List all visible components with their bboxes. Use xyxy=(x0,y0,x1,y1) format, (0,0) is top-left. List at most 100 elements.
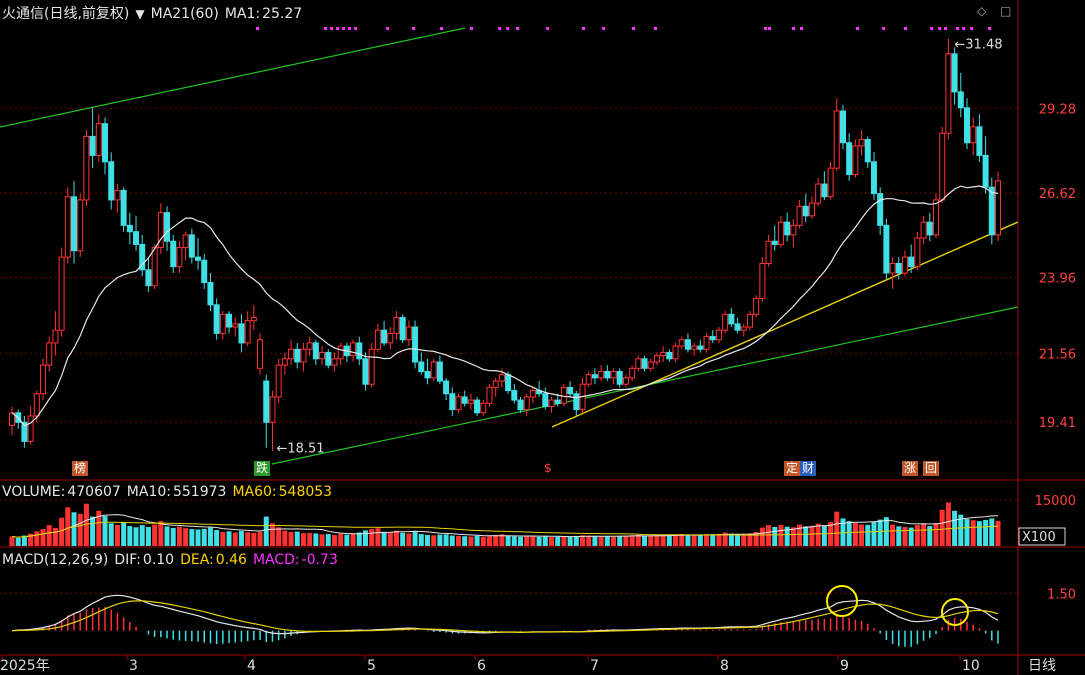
signal-dot xyxy=(506,27,509,30)
volume-bar xyxy=(871,522,877,546)
volume-bar xyxy=(598,536,604,546)
volume-bar xyxy=(145,526,151,546)
ma1-label: MA1: xyxy=(224,6,261,22)
signal-dot xyxy=(516,27,519,30)
candle-body xyxy=(436,361,443,382)
candle-body xyxy=(170,240,177,268)
volume-bar xyxy=(486,536,492,546)
signal-dot xyxy=(412,27,415,30)
volume-bar xyxy=(65,507,71,546)
candle-body xyxy=(672,345,679,360)
candle-body xyxy=(46,342,53,366)
candle-body xyxy=(467,399,474,404)
candle-body xyxy=(133,231,140,245)
candle-body xyxy=(833,110,840,169)
signal-dot xyxy=(354,27,357,30)
candle-body xyxy=(821,183,828,198)
volume-value: 470607 xyxy=(67,484,121,500)
volume-bar xyxy=(437,534,443,546)
event-tag[interactable]: 榜 xyxy=(72,461,89,476)
x-tick-label: 8 xyxy=(720,658,729,674)
dropdown-icon[interactable]: ▼ xyxy=(135,7,144,21)
volume-bar xyxy=(691,534,697,546)
volume-bar xyxy=(728,533,734,546)
volume-bar xyxy=(877,519,883,546)
volume-bar xyxy=(970,520,976,546)
candle-body xyxy=(120,189,127,226)
candle-body xyxy=(939,132,946,201)
signal-dot xyxy=(256,27,259,30)
volume-bar xyxy=(319,534,325,546)
event-tag[interactable]: $ xyxy=(542,461,554,476)
volume-bar xyxy=(245,532,251,546)
candle-body xyxy=(839,110,846,144)
signal-dot xyxy=(602,27,605,30)
volume-bar xyxy=(176,526,182,546)
candle-body xyxy=(325,351,332,366)
volume-bar xyxy=(536,536,542,546)
volume-bar xyxy=(852,523,858,546)
candle-body xyxy=(362,358,369,385)
volume-bar xyxy=(790,527,796,546)
candle-body xyxy=(449,393,456,411)
volume-bar xyxy=(276,527,282,546)
volume-bar xyxy=(772,526,778,546)
diamond-icon[interactable]: ◇ xyxy=(977,4,986,18)
volume-bar xyxy=(679,534,685,546)
dea-value: 0.46 xyxy=(215,552,247,568)
candle-body xyxy=(232,323,239,328)
candle-body xyxy=(83,135,90,201)
volume-bar xyxy=(803,526,809,546)
candle-body xyxy=(176,247,183,268)
candle-body xyxy=(412,326,419,363)
candle-body xyxy=(846,142,853,176)
volume-bar xyxy=(52,527,58,546)
signal-dot xyxy=(882,27,885,30)
candle-body xyxy=(257,339,264,369)
volume-bar xyxy=(313,533,319,546)
signal-dot xyxy=(386,27,389,30)
volume-bar xyxy=(15,538,21,546)
volume-bar xyxy=(635,534,641,546)
candle-body xyxy=(511,390,518,401)
price-panel-header: 火通信(日线,前复权) ▼ MA21(60) MA1: 25.27 xyxy=(2,3,308,23)
volume-bar xyxy=(530,536,536,546)
volume-bar xyxy=(294,531,300,546)
volume-bar xyxy=(555,536,561,546)
candle-body xyxy=(622,377,629,385)
event-tag[interactable]: 涨 xyxy=(902,461,919,476)
candle-body xyxy=(492,380,499,388)
candle-body xyxy=(895,262,902,274)
volume-bar xyxy=(214,530,220,546)
candle-body xyxy=(182,234,189,249)
volume-bar xyxy=(269,523,275,546)
candle-body xyxy=(759,262,766,299)
candle-body xyxy=(77,199,84,252)
signal-dot xyxy=(970,27,973,30)
event-tag[interactable]: 定 xyxy=(784,461,801,476)
volume-bar xyxy=(815,523,821,546)
square-icon[interactable]: □ xyxy=(1000,4,1011,18)
event-tag[interactable]: 财 xyxy=(800,461,817,476)
price-tick-label: 23.96 xyxy=(1039,271,1076,286)
candle-body xyxy=(319,351,326,360)
candle-body xyxy=(40,364,47,395)
signal-dot xyxy=(342,27,345,30)
candle-body xyxy=(790,224,797,236)
volume-bar xyxy=(995,520,1001,546)
volume-bar xyxy=(964,519,970,546)
volume-bar xyxy=(896,526,902,546)
candle-body xyxy=(393,316,400,334)
low-annotation: ←18.51 xyxy=(276,442,324,457)
volume-bar xyxy=(778,524,784,546)
volume-bar xyxy=(400,532,406,546)
volume-bar xyxy=(77,513,83,546)
event-tag[interactable]: 跌 xyxy=(254,461,271,476)
candle-body xyxy=(58,256,65,331)
volume-bar xyxy=(418,534,424,546)
x-tick-label: 7 xyxy=(590,658,599,674)
event-tag[interactable]: 回 xyxy=(923,461,940,476)
stock-chart[interactable]: 29.28 26.62 23.96 21.56 19.41 ←31.48 ←18.51 202… xyxy=(0,0,1085,675)
ma1-value: 25.27 xyxy=(262,6,303,22)
candle-body xyxy=(27,415,34,442)
